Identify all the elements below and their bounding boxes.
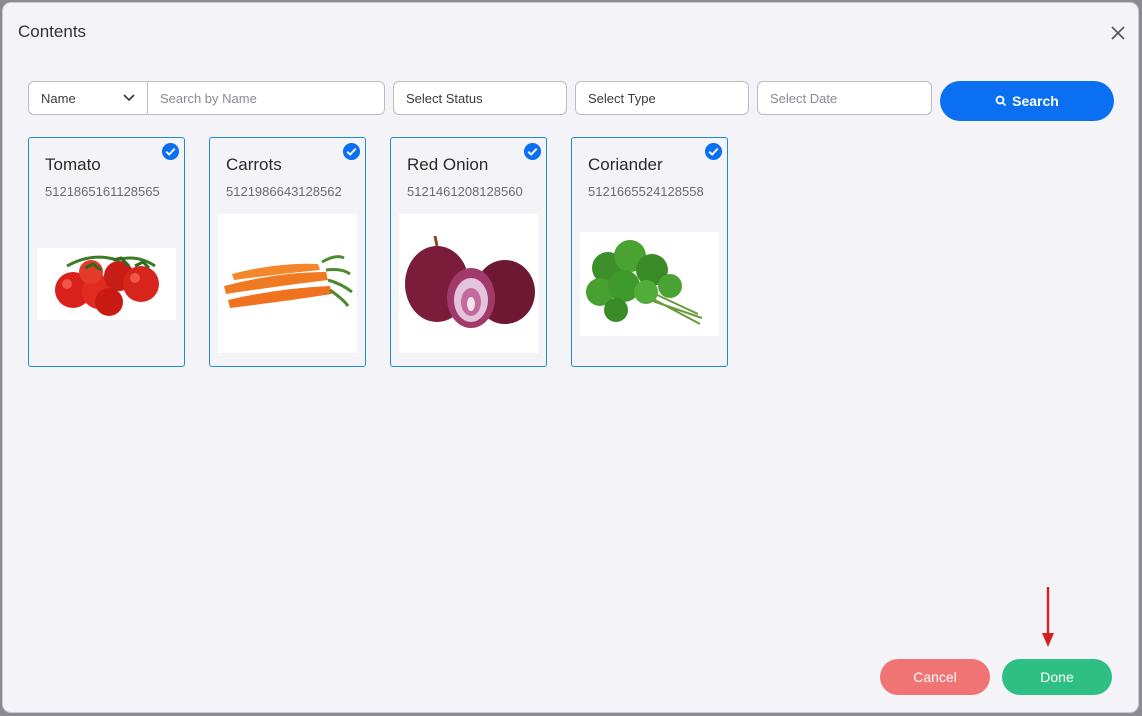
type-select[interactable]: Select Type xyxy=(575,81,749,115)
type-select-label: Select Type xyxy=(588,90,656,106)
done-button[interactable]: Done xyxy=(1002,659,1112,695)
close-icon[interactable] xyxy=(1108,23,1128,43)
checked-icon[interactable] xyxy=(523,142,542,161)
search-icon xyxy=(995,95,1007,107)
name-filter-label: Name xyxy=(41,90,76,106)
annotation-arrow-icon xyxy=(1042,587,1054,647)
contents-dialog: Contents Name Search by Name Select Stat… xyxy=(3,3,1138,712)
content-card-tomato[interactable]: Tomato 5121865161128565 xyxy=(28,137,185,367)
search-input[interactable]: Search by Name xyxy=(147,81,385,115)
search-placeholder: Search by Name xyxy=(160,90,257,106)
card-id: 5121865161128565 xyxy=(45,184,160,199)
search-button[interactable]: Search xyxy=(940,81,1114,121)
card-title: Coriander xyxy=(588,155,663,174)
dialog-title: Contents xyxy=(18,22,87,41)
carrots-image xyxy=(218,214,357,353)
status-select[interactable]: Select Status xyxy=(393,81,567,115)
card-title: Tomato xyxy=(45,155,101,174)
date-picker[interactable]: Select Date xyxy=(757,81,932,115)
content-card-coriander[interactable]: Coriander 5121665524128558 xyxy=(571,137,728,367)
chevron-down-icon xyxy=(123,94,135,102)
red-onion-image xyxy=(399,214,538,353)
coriander-image xyxy=(580,232,719,336)
card-title: Carrots xyxy=(226,155,282,174)
checked-icon[interactable] xyxy=(704,142,723,161)
content-card-carrots[interactable]: Carrots 5121986643128562 xyxy=(209,137,366,367)
search-button-label: Search xyxy=(1012,93,1059,109)
date-picker-label: Select Date xyxy=(770,90,838,106)
name-filter-select[interactable]: Name xyxy=(28,81,148,115)
checked-icon[interactable] xyxy=(161,142,180,161)
cancel-button[interactable]: Cancel xyxy=(880,659,990,695)
checked-icon[interactable] xyxy=(342,142,361,161)
content-card-red-onion[interactable]: Red Onion 5121461208128560 xyxy=(390,137,547,367)
card-id: 5121665524128558 xyxy=(588,184,704,199)
tomato-image xyxy=(37,248,176,320)
card-id: 5121461208128560 xyxy=(407,184,523,199)
card-title: Red Onion xyxy=(407,155,489,174)
status-select-label: Select Status xyxy=(406,90,483,106)
card-id: 5121986643128562 xyxy=(226,184,342,199)
